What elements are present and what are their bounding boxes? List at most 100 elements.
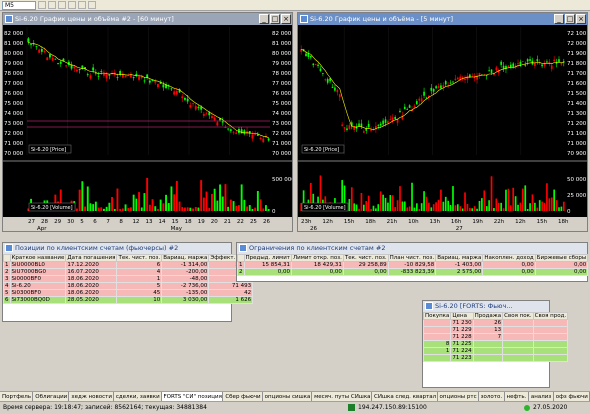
column-header[interactable]: Краткое название (9, 254, 67, 262)
tick-label: 81 000 (4, 41, 24, 47)
volume-bar (536, 207, 539, 211)
column-header[interactable]: Покупка (422, 312, 452, 320)
tick-label: 73 000 (272, 121, 292, 127)
table-row[interactable]: 71 223 (422, 354, 569, 362)
table-cell: 18 429,31 (290, 261, 344, 269)
table-row[interactable]: 4 Si-6.20 18.06.2020 5 -2 736,00 71 493 (3, 282, 254, 290)
candle (319, 68, 322, 72)
price-volume-chart[interactable]: 82 00081 00080 00079 00078 00077 00076 0… (3, 25, 292, 231)
timeframe-combo[interactable]: M5 (2, 1, 36, 10)
chart-window-5min[interactable]: Si-6.20 График цены и объёма - [5 минут]… (297, 12, 588, 232)
candle (92, 67, 95, 71)
column-header[interactable]: Накоплен. доход (482, 254, 536, 262)
table-cell: 17.12.2020 (65, 261, 118, 269)
column-header[interactable]: Тек. чист. поз. (342, 254, 389, 262)
positions-window[interactable]: Позиции по клиентским счетам (фьючерсы) … (2, 242, 254, 322)
column-header[interactable]: Вариац. маржа (161, 254, 210, 262)
date-tick-label: 30 (67, 219, 74, 225)
price-volume-chart[interactable]: 72 100 72 000 71 900 71 800 71 700 71 600 71 5… (298, 25, 587, 231)
candle (334, 87, 336, 91)
column-header[interactable]: Биржевые сборы (534, 254, 589, 262)
table-row[interactable]: 6 Si73000BQ0D 28.05.2020 10 3 030,00 1 626 (3, 296, 254, 304)
orderbook-window[interactable]: Si-6.20 [FORTS: Фьюч... Покупка Цена Прода… (422, 300, 569, 388)
column-header[interactable]: Своя прод. (532, 312, 569, 320)
candle (440, 85, 442, 89)
table-row[interactable]: 1 71 224 (422, 347, 569, 355)
minimize-button[interactable]: _ (259, 14, 269, 24)
column-header[interactable]: Продажа (472, 312, 504, 320)
volume-bar (259, 199, 262, 211)
close-button[interactable]: × (576, 14, 586, 24)
candle (464, 78, 466, 80)
maximize-button[interactable]: □ (270, 14, 280, 24)
window-title[interactable]: Si-6.20 График цены и объёма #2 - [60 ми… (3, 13, 292, 25)
table-cell: 5 (116, 282, 163, 290)
tick-label: 78 000 (272, 71, 292, 77)
table-cell: -833 823,39 (387, 268, 437, 276)
table-cell (472, 354, 504, 362)
volume-bar (200, 180, 203, 211)
table-row[interactable]: 71 228 7 (422, 333, 569, 341)
date-tick-label: 23h (301, 219, 312, 225)
chart-window-60min[interactable]: Si-6.20 График цены и объёма #2 - [60 ми… (2, 12, 293, 232)
column-header[interactable]: Предыд. лимит (243, 254, 292, 262)
date-tick-label: 15 (172, 219, 179, 225)
table-row[interactable]: 1SiU0000BL017.12.20206-1 314,005 463 (3, 261, 254, 269)
table-cell: 0,00 (290, 268, 344, 276)
column-header[interactable]: Дата погашения (65, 254, 118, 262)
table-row[interactable]: 5 Si0300BF0 18.06.2020 45 -135,00 42 (3, 289, 254, 297)
candle (235, 132, 238, 134)
volume-bar (524, 185, 527, 211)
volume-bar (121, 208, 124, 211)
column-header[interactable]: Цена (450, 312, 474, 320)
tool-icon[interactable] (68, 1, 76, 9)
window-title[interactable]: Si-6.20 График цены и объёма - [5 минут]… (298, 13, 587, 25)
tool-icon[interactable] (48, 1, 56, 9)
candle (213, 117, 216, 121)
tool-icon[interactable] (78, 1, 86, 9)
table-cell: 0,00 (482, 261, 536, 269)
table-row[interactable]: 1 15 854,31 18 429,31 29 258,89 -10 829,58 -1… (237, 261, 589, 269)
maximize-button[interactable]: □ (565, 14, 575, 24)
table-row[interactable]: 71 230 26 (422, 319, 569, 327)
candle (534, 62, 536, 66)
candle (408, 105, 411, 108)
volume-bar (119, 208, 122, 211)
window-title-text: Si-6.20 График цены и объёма - [5 минут] (310, 15, 454, 23)
table-row[interactable]: 2 0,00 0,00 0,00 -833 823,39 2 575,00 0,00 0,00 (237, 268, 589, 276)
candle (399, 110, 401, 112)
tool-icon[interactable] (58, 1, 66, 9)
window-title[interactable]: Позиции по клиентским счетам (фьючерсы) … (3, 243, 231, 254)
column-header[interactable]: Лимит откр. поз. (290, 254, 344, 262)
dropdown-icon[interactable] (38, 1, 46, 9)
table-row[interactable]: 3Si0000BF018.06.20201-48,0067 (3, 275, 254, 283)
column-header[interactable]: Вариац. маржа (435, 254, 484, 262)
volume-bar (265, 205, 267, 211)
tool-icon[interactable] (88, 1, 96, 9)
limits-window[interactable]: Ограничения по клиентским счетам #2 Пред… (236, 242, 589, 282)
volume-bar (488, 200, 490, 211)
window-title[interactable]: Si-6.20 [FORTS: Фьюч... (423, 301, 549, 312)
volume-bar (375, 208, 377, 211)
volume-bar (430, 207, 433, 211)
minimize-button[interactable]: _ (554, 14, 564, 24)
candle (40, 49, 43, 52)
volume-bar (514, 196, 517, 211)
candle (358, 123, 360, 127)
table-row[interactable]: 71 229 13 (422, 326, 569, 334)
candle (143, 80, 146, 82)
close-button[interactable]: × (281, 14, 291, 24)
candle (526, 59, 529, 62)
table-row[interactable]: 2SiU7000BG016.07.20204-200,00810 (3, 268, 254, 276)
volume-bar (194, 206, 197, 211)
candle (59, 61, 62, 64)
window-title[interactable]: Ограничения по клиентским счетам #2 (237, 243, 587, 254)
column-header[interactable]: План чист. поз. (387, 254, 437, 262)
candle (454, 78, 457, 81)
column-header[interactable]: Тек. чист. поз. (116, 254, 163, 262)
column-header[interactable]: Своя пок. (502, 312, 534, 320)
volume-bar (81, 181, 84, 211)
table-row[interactable]: 8 71 225 (422, 340, 569, 348)
server-ip: 194.247.150.89:15100 (358, 404, 427, 411)
volume-bar (362, 204, 365, 211)
